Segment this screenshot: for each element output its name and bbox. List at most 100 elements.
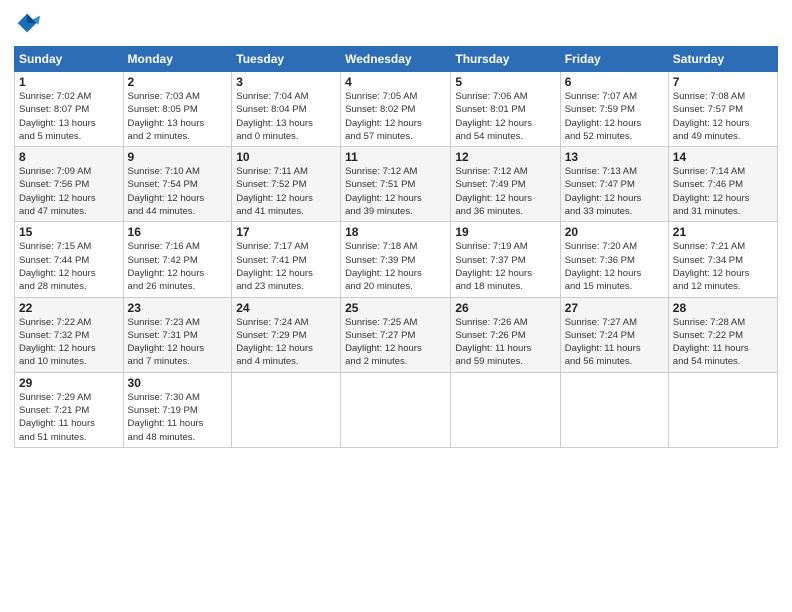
day-number: 7 [673,75,773,89]
calendar-week-1: 8Sunrise: 7:09 AMSunset: 7:56 PMDaylight… [15,147,778,222]
day-number: 12 [455,150,555,164]
day-number: 10 [236,150,336,164]
calendar-cell: 2Sunrise: 7:03 AMSunset: 8:05 PMDaylight… [123,72,232,147]
day-info: Sunrise: 7:09 AMSunset: 7:56 PMDaylight:… [19,165,119,218]
calendar-cell: 23Sunrise: 7:23 AMSunset: 7:31 PMDayligh… [123,297,232,372]
day-info: Sunrise: 7:03 AMSunset: 8:05 PMDaylight:… [128,90,228,143]
col-header-saturday: Saturday [668,47,777,72]
day-info: Sunrise: 7:12 AMSunset: 7:51 PMDaylight:… [345,165,446,218]
day-info: Sunrise: 7:23 AMSunset: 7:31 PMDaylight:… [128,316,228,369]
day-info: Sunrise: 7:02 AMSunset: 8:07 PMDaylight:… [19,90,119,143]
calendar-week-3: 22Sunrise: 7:22 AMSunset: 7:32 PMDayligh… [15,297,778,372]
calendar-cell: 27Sunrise: 7:27 AMSunset: 7:24 PMDayligh… [560,297,668,372]
day-number: 20 [565,225,664,239]
day-number: 5 [455,75,555,89]
day-info: Sunrise: 7:30 AMSunset: 7:19 PMDaylight:… [128,391,228,444]
calendar-cell [668,372,777,447]
day-info: Sunrise: 7:27 AMSunset: 7:24 PMDaylight:… [565,316,664,369]
calendar-cell: 16Sunrise: 7:16 AMSunset: 7:42 PMDayligh… [123,222,232,297]
day-info: Sunrise: 7:07 AMSunset: 7:59 PMDaylight:… [565,90,664,143]
day-number: 22 [19,301,119,315]
day-info: Sunrise: 7:11 AMSunset: 7:52 PMDaylight:… [236,165,336,218]
calendar-cell: 25Sunrise: 7:25 AMSunset: 7:27 PMDayligh… [341,297,451,372]
day-info: Sunrise: 7:13 AMSunset: 7:47 PMDaylight:… [565,165,664,218]
day-info: Sunrise: 7:19 AMSunset: 7:37 PMDaylight:… [455,240,555,293]
calendar-cell: 24Sunrise: 7:24 AMSunset: 7:29 PMDayligh… [232,297,341,372]
day-info: Sunrise: 7:12 AMSunset: 7:49 PMDaylight:… [455,165,555,218]
day-info: Sunrise: 7:24 AMSunset: 7:29 PMDaylight:… [236,316,336,369]
day-info: Sunrise: 7:21 AMSunset: 7:34 PMDaylight:… [673,240,773,293]
calendar-table: SundayMondayTuesdayWednesdayThursdayFrid… [14,46,778,448]
day-info: Sunrise: 7:05 AMSunset: 8:02 PMDaylight:… [345,90,446,143]
day-info: Sunrise: 7:16 AMSunset: 7:42 PMDaylight:… [128,240,228,293]
calendar-cell: 10Sunrise: 7:11 AMSunset: 7:52 PMDayligh… [232,147,341,222]
day-info: Sunrise: 7:14 AMSunset: 7:46 PMDaylight:… [673,165,773,218]
calendar-cell: 6Sunrise: 7:07 AMSunset: 7:59 PMDaylight… [560,72,668,147]
calendar-cell: 12Sunrise: 7:12 AMSunset: 7:49 PMDayligh… [451,147,560,222]
calendar-week-4: 29Sunrise: 7:29 AMSunset: 7:21 PMDayligh… [15,372,778,447]
day-info: Sunrise: 7:10 AMSunset: 7:54 PMDaylight:… [128,165,228,218]
logo-icon [14,10,42,38]
day-info: Sunrise: 7:26 AMSunset: 7:26 PMDaylight:… [455,316,555,369]
calendar-cell: 17Sunrise: 7:17 AMSunset: 7:41 PMDayligh… [232,222,341,297]
col-header-thursday: Thursday [451,47,560,72]
day-number: 3 [236,75,336,89]
calendar-cell: 22Sunrise: 7:22 AMSunset: 7:32 PMDayligh… [15,297,124,372]
calendar-cell: 9Sunrise: 7:10 AMSunset: 7:54 PMDaylight… [123,147,232,222]
day-info: Sunrise: 7:04 AMSunset: 8:04 PMDaylight:… [236,90,336,143]
day-number: 1 [19,75,119,89]
calendar-cell: 21Sunrise: 7:21 AMSunset: 7:34 PMDayligh… [668,222,777,297]
day-number: 14 [673,150,773,164]
calendar-cell [341,372,451,447]
day-info: Sunrise: 7:25 AMSunset: 7:27 PMDaylight:… [345,316,446,369]
day-number: 27 [565,301,664,315]
calendar-cell [232,372,341,447]
calendar-cell: 8Sunrise: 7:09 AMSunset: 7:56 PMDaylight… [15,147,124,222]
day-number: 21 [673,225,773,239]
day-number: 24 [236,301,336,315]
header [14,10,778,38]
day-number: 9 [128,150,228,164]
day-info: Sunrise: 7:18 AMSunset: 7:39 PMDaylight:… [345,240,446,293]
day-info: Sunrise: 7:17 AMSunset: 7:41 PMDaylight:… [236,240,336,293]
calendar-week-2: 15Sunrise: 7:15 AMSunset: 7:44 PMDayligh… [15,222,778,297]
day-number: 19 [455,225,555,239]
calendar-cell: 26Sunrise: 7:26 AMSunset: 7:26 PMDayligh… [451,297,560,372]
day-number: 11 [345,150,446,164]
calendar-cell: 29Sunrise: 7:29 AMSunset: 7:21 PMDayligh… [15,372,124,447]
col-header-sunday: Sunday [15,47,124,72]
day-info: Sunrise: 7:28 AMSunset: 7:22 PMDaylight:… [673,316,773,369]
calendar-cell: 4Sunrise: 7:05 AMSunset: 8:02 PMDaylight… [341,72,451,147]
calendar-cell: 11Sunrise: 7:12 AMSunset: 7:51 PMDayligh… [341,147,451,222]
day-info: Sunrise: 7:15 AMSunset: 7:44 PMDaylight:… [19,240,119,293]
day-number: 26 [455,301,555,315]
day-info: Sunrise: 7:29 AMSunset: 7:21 PMDaylight:… [19,391,119,444]
day-info: Sunrise: 7:06 AMSunset: 8:01 PMDaylight:… [455,90,555,143]
day-number: 23 [128,301,228,315]
calendar-cell: 19Sunrise: 7:19 AMSunset: 7:37 PMDayligh… [451,222,560,297]
calendar-cell: 5Sunrise: 7:06 AMSunset: 8:01 PMDaylight… [451,72,560,147]
day-info: Sunrise: 7:22 AMSunset: 7:32 PMDaylight:… [19,316,119,369]
col-header-friday: Friday [560,47,668,72]
day-number: 4 [345,75,446,89]
day-number: 13 [565,150,664,164]
calendar-cell: 20Sunrise: 7:20 AMSunset: 7:36 PMDayligh… [560,222,668,297]
day-info: Sunrise: 7:20 AMSunset: 7:36 PMDaylight:… [565,240,664,293]
calendar-cell: 28Sunrise: 7:28 AMSunset: 7:22 PMDayligh… [668,297,777,372]
calendar-cell [560,372,668,447]
calendar-cell: 7Sunrise: 7:08 AMSunset: 7:57 PMDaylight… [668,72,777,147]
calendar-cell: 30Sunrise: 7:30 AMSunset: 7:19 PMDayligh… [123,372,232,447]
calendar-header-row: SundayMondayTuesdayWednesdayThursdayFrid… [15,47,778,72]
col-header-wednesday: Wednesday [341,47,451,72]
calendar-cell: 15Sunrise: 7:15 AMSunset: 7:44 PMDayligh… [15,222,124,297]
calendar-cell: 14Sunrise: 7:14 AMSunset: 7:46 PMDayligh… [668,147,777,222]
page-container: SundayMondayTuesdayWednesdayThursdayFrid… [0,0,792,458]
col-header-tuesday: Tuesday [232,47,341,72]
col-header-monday: Monday [123,47,232,72]
calendar-cell: 13Sunrise: 7:13 AMSunset: 7:47 PMDayligh… [560,147,668,222]
day-number: 8 [19,150,119,164]
calendar-cell: 18Sunrise: 7:18 AMSunset: 7:39 PMDayligh… [341,222,451,297]
calendar-cell: 1Sunrise: 7:02 AMSunset: 8:07 PMDaylight… [15,72,124,147]
day-number: 28 [673,301,773,315]
calendar-cell [451,372,560,447]
